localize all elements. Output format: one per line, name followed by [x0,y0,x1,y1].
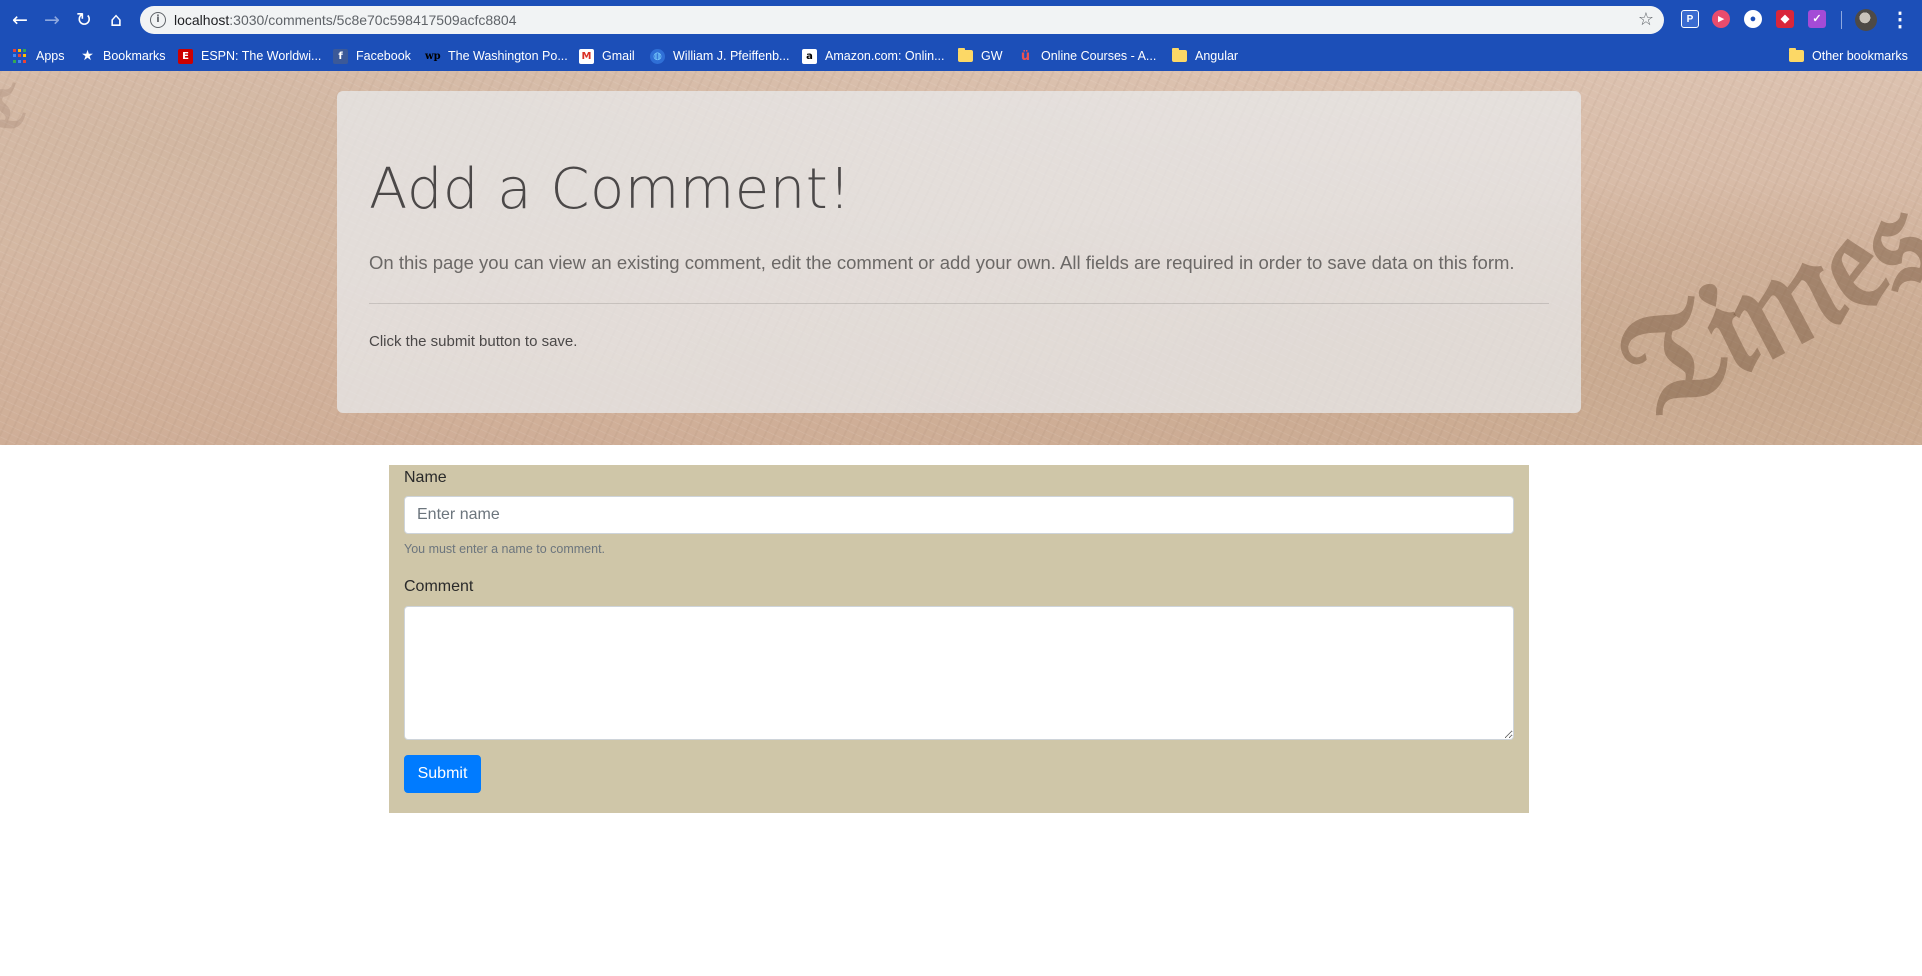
page-title: Add a Comment! [369,157,852,222]
name-input[interactable] [404,496,1514,534]
bookmark-label: Bookmarks [103,49,166,63]
profile-avatar[interactable] [1855,9,1877,31]
bookmark-espn[interactable]: E ESPN: The Worldwi... [178,47,321,65]
bookmark-label: William J. Pfeiffenb... [673,49,790,63]
bookmark-label: The Washington Po... [448,49,568,63]
reload-icon[interactable]: ↻ [72,8,96,32]
jumbotron: Add a Comment! On this page you can view… [337,91,1581,413]
browser-toolbar: ← → ↻ ⌂ i localhost:3030/comments/5c8e70… [0,0,1922,40]
bookmark-label: ESPN: The Worldwi... [201,49,322,63]
bookmark-label: Amazon.com: Onlin... [825,49,945,63]
bookmark-gw[interactable]: GW [958,47,1003,65]
bookmark-amazon[interactable]: a Amazon.com: Onlin... [802,47,945,65]
folder-icon [1172,48,1187,62]
url-host: localhost [174,12,230,28]
bookmark-label: Angular [1195,49,1239,63]
page-lead-text: On this page you can view an existing co… [369,252,1515,273]
amazon-icon: a [802,48,817,64]
bookmark-label: Online Courses - A... [1041,49,1157,63]
submit-button[interactable]: Submit [404,755,481,793]
washington-post-icon: wp [425,48,441,64]
bookmark-pfeiffenberger[interactable]: ◍ William J. Pfeiffenb... [650,47,789,65]
bookmark-washington-post[interactable]: wp The Washington Po... [425,47,568,65]
facebook-icon: f [333,48,348,64]
hero-background: 𝔗 𝔗𝔦𝔪𝔢𝔰 Add a Comment! On this page you … [0,71,1922,445]
comment-textarea[interactable] [404,606,1514,740]
bookmarks-bar: Apps ★ Bookmarks E ESPN: The Worldwi... … [0,40,1922,71]
bookmark-facebook[interactable]: f Facebook [333,47,411,65]
name-help-text: You must enter a name to comment. [404,542,606,556]
extension-circle-icon[interactable]: ● [1744,10,1762,28]
divider [369,303,1549,304]
url-path: :3030/comments/5c8e70c598417509acfc8804 [229,12,517,28]
address-bar[interactable]: i localhost:3030/comments/5c8e70c5984175… [140,6,1664,34]
newspaper-texture: 𝔗 [0,71,33,151]
name-label: Name [404,469,447,486]
bookmark-online-courses[interactable]: ü Online Courses - A... [1018,47,1156,65]
browser-chrome: ← → ↻ ⌂ i localhost:3030/comments/5c8e70… [0,0,1922,71]
bookmark-label: Gmail [602,49,635,63]
toolbar-divider [1841,11,1842,29]
bookmark-label: GW [981,49,1003,63]
extension-shield-icon[interactable]: ◆ [1776,10,1794,28]
extension-record-icon[interactable]: ▸ [1712,10,1730,28]
apps-grid-icon [13,48,28,64]
submit-instruction: Click the submit button to save. [369,333,578,350]
bookmark-angular[interactable]: Angular [1172,47,1238,65]
comment-form: Name You must enter a name to comment. C… [389,465,1529,813]
extension-check-icon[interactable]: ✓ [1808,10,1826,28]
bookmark-star-icon[interactable]: ☆ [1638,9,1654,30]
back-icon[interactable]: ← [8,8,32,32]
bookmark-bookmarks[interactable]: ★ Bookmarks [80,47,166,65]
gmail-icon: M [579,48,594,64]
comment-label: Comment [404,578,474,595]
address-url[interactable]: localhost:3030/comments/5c8e70c598417509… [174,12,516,28]
browser-menu-icon[interactable]: ⋮ [1890,6,1910,34]
bookmark-other[interactable]: Other bookmarks [1789,47,1908,65]
folder-icon [1789,48,1804,62]
bookmark-gmail[interactable]: M Gmail [579,47,635,65]
extension-p-icon[interactable]: P [1681,10,1699,28]
star-icon: ★ [81,47,94,64]
folder-icon [958,48,973,62]
bookmark-apps[interactable]: Apps [13,47,65,65]
udemy-icon: ü [1020,48,1031,64]
site-info-icon[interactable]: i [150,12,166,28]
bookmark-label: Facebook [356,49,411,63]
forward-icon[interactable]: → [40,8,64,32]
bookmark-label: Other bookmarks [1812,49,1908,63]
globe-icon: ◍ [650,48,665,64]
bookmark-label: Apps [36,49,65,63]
newspaper-masthead-decoration: 𝔗𝔦𝔪𝔢𝔰 [1592,155,1922,445]
espn-icon: E [178,48,193,64]
home-icon[interactable]: ⌂ [104,8,128,32]
